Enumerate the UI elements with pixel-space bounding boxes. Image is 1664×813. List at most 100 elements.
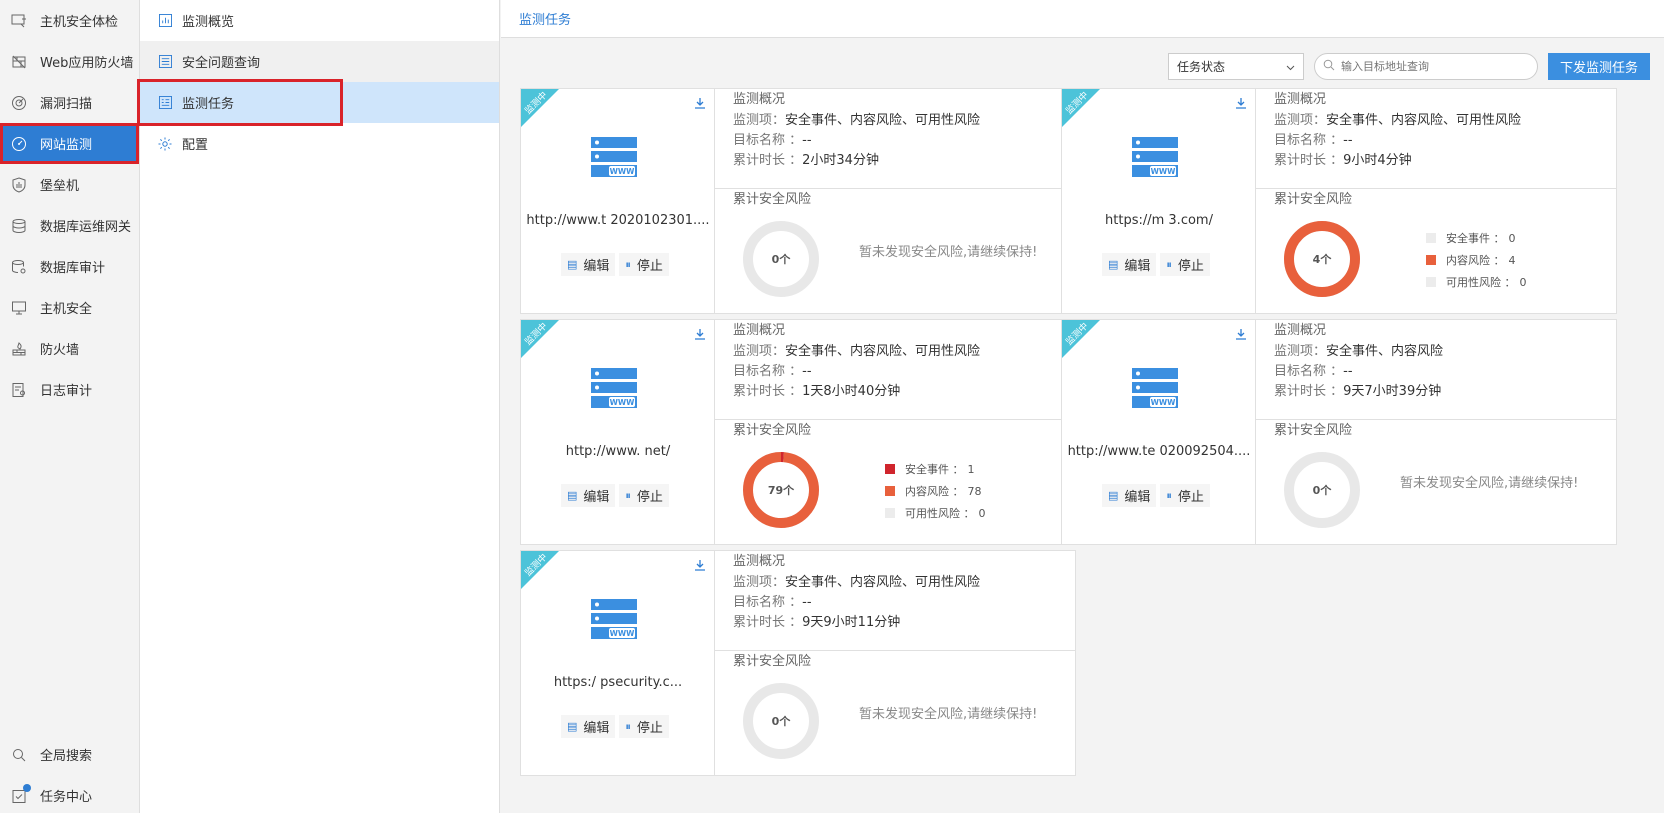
edit-label: 编辑 (583, 721, 610, 736)
waf-icon (10, 53, 28, 71)
download-icon[interactable] (694, 328, 706, 344)
edit-button[interactable]: ▤ 编辑 (561, 715, 616, 738)
legend-item-content: 内容风险 ： 78 (885, 480, 986, 502)
overview-title: 监测概况 (733, 323, 786, 338)
subnav-item-tasks[interactable]: 监测任务 (137, 79, 499, 126)
duration: 累计时长 ：9小时4分钟 (1274, 153, 1412, 168)
edit-button[interactable]: ▤ 编辑 (561, 484, 616, 507)
stop-label: 停止 (636, 259, 663, 274)
nav-item-firewall[interactable]: 防火墙 (0, 328, 139, 369)
card-actions: ▤ 编辑 ⏸ 停止 (561, 715, 669, 738)
card-info-panel: 监测概况 监测项：安全事件、内容风险 目标名称 ：-- 累计时长 ：9天7小时3… (1256, 320, 1616, 544)
edit-label: 编辑 (1124, 490, 1151, 505)
settings-icon (158, 137, 172, 151)
monitor-items: 监测项：安全事件、内容风险、可用性风险 (733, 113, 981, 128)
no-risk-message: 暂未发现安全风险,请继续保持! (859, 707, 1038, 722)
nav-item-db-gateway[interactable]: 数据库运维网关 (0, 205, 139, 246)
chart-icon (158, 14, 172, 28)
risk-legend: 安全事件 ： 1 内容风险 ： 78 可用性风险 ： 0 (885, 458, 986, 524)
edit-label: 编辑 (583, 490, 610, 505)
stop-button[interactable]: ⏸ 停止 (1160, 253, 1210, 276)
stop-button[interactable]: ⏸ 停止 (619, 484, 669, 507)
task-card: 监测中 WWW http://www.te 020092504.... ▤ 编辑 … (1061, 319, 1617, 545)
edit-label: 编辑 (1124, 259, 1151, 274)
overview-title: 监测概况 (1274, 92, 1327, 107)
download-icon[interactable] (1235, 328, 1247, 344)
nav-item-db-audit[interactable]: 数据库审计 (0, 246, 139, 287)
subnav-item-settings[interactable]: 配置 (140, 123, 499, 164)
db-audit-icon (10, 258, 28, 276)
nav-item-log-audit[interactable]: 日志审计 (0, 369, 139, 410)
legend-value: 78 (967, 484, 982, 498)
nav-item-vuln-scan[interactable]: 漏洞扫描 (0, 82, 139, 123)
nav-label: 漏洞扫描 (40, 97, 93, 112)
legend-value: 0 (978, 506, 986, 520)
overview-section: 监测概况 监测项：安全事件、内容风险、可用性风险 目标名称 ：-- 累计时长 ：… (715, 89, 1075, 189)
stop-button[interactable]: ⏸ 停止 (619, 715, 669, 738)
firewall-icon (10, 340, 28, 358)
svg-text:WWW: WWW (610, 629, 636, 638)
subnav-item-issues[interactable]: 安全问题查询 (140, 41, 499, 82)
nav-label: 防火墙 (40, 343, 80, 358)
main-content: 监测任务 任务状态 下发监测任务 监测中 WWW http://www.t 20… (501, 0, 1664, 813)
legend-swatch (1426, 255, 1436, 265)
subnav-item-overview[interactable]: 监测概览 (140, 0, 499, 41)
legend-label: 安全事件 ： (905, 463, 964, 476)
monitor-items: 监测项：安全事件、内容风险、可用性风险 (1274, 113, 1522, 128)
nav-item-bastion[interactable]: 堡垒机 (0, 164, 139, 205)
card-target-panel: 监测中 WWW http://www. net/ ▤ 编辑 ⏸ 停止 (521, 320, 715, 544)
nav-label: 网站监测 (40, 138, 93, 153)
card-target-panel: 监测中 WWW http://www.t 2020102301.... ▤ 编辑 … (521, 89, 715, 313)
log-audit-icon (10, 381, 28, 399)
target-search-input[interactable] (1340, 60, 1529, 73)
overview-section: 监测概况 监测项：安全事件、内容风险、可用性风险 目标名称 ：-- 累计时长 ：… (715, 551, 1075, 651)
subnav-label: 安全问题查询 (182, 56, 261, 71)
download-icon[interactable] (1235, 97, 1247, 113)
task-card: 监测中 WWW http://www. net/ ▤ 编辑 ⏸ 停止 监测概况 监测… (520, 319, 1076, 545)
download-icon[interactable] (694, 97, 706, 113)
nav-label: Web应用防火墙 (40, 56, 134, 71)
target-url: http://www.te 020092504.... (1067, 444, 1251, 459)
task-status-select[interactable]: 任务状态 (1167, 53, 1304, 80)
overview-title: 监测概况 (733, 554, 786, 569)
card-actions: ▤ 编辑 ⏸ 停止 (561, 253, 669, 276)
risk-total: 0个 (771, 253, 791, 266)
pause-icon: ⏸ (1166, 257, 1172, 271)
risk-title: 累计安全风险 (733, 192, 812, 207)
notification-dot (23, 783, 31, 792)
stop-button[interactable]: ⏸ 停止 (1160, 484, 1210, 507)
nav-item-waf[interactable]: Web应用防火墙 (0, 41, 139, 82)
db-gateway-icon (10, 217, 28, 235)
risk-legend: 安全事件 ： 0 内容风险 ： 4 可用性风险 ： 0 (1426, 227, 1527, 293)
breadcrumb-current[interactable]: 监测任务 (519, 9, 571, 28)
edit-button[interactable]: ▤ 编辑 (1102, 253, 1157, 276)
nav-item-task-center[interactable]: 任务中心 (0, 775, 140, 813)
card-target-panel: 监测中 WWW http://www.te 020092504.... ▤ 编辑 … (1062, 320, 1256, 544)
download-icon[interactable] (694, 559, 706, 575)
risk-total: 0个 (771, 715, 791, 728)
edit-icon: ▤ (567, 720, 578, 733)
stop-button[interactable]: ⏸ 停止 (619, 253, 669, 276)
nav-label: 主机安全体检 (40, 15, 119, 30)
risk-title: 累计安全风险 (733, 423, 812, 438)
edit-label: 编辑 (583, 259, 610, 274)
edit-button[interactable]: ▤ 编辑 (1102, 484, 1157, 507)
select-value: 任务状态 (1176, 60, 1225, 74)
bastion-icon (10, 176, 28, 194)
card-info-panel: 监测概况 监测项：安全事件、内容风险、可用性风险 目标名称 ：-- 累计时长 ：… (715, 89, 1075, 313)
target-name: 目标名称 ：-- (733, 133, 812, 148)
nav-item-host-check[interactable]: 主机安全体检 (0, 0, 139, 41)
target-name: 目标名称 ：-- (733, 595, 812, 610)
issue-task-button[interactable]: 下发监测任务 (1547, 53, 1650, 80)
risk-title: 累计安全风险 (1274, 423, 1353, 438)
server-www-icon: WWW (1132, 137, 1178, 177)
edit-icon: ▤ (567, 489, 578, 502)
nav-item-global-search[interactable]: 全局搜索 (0, 734, 140, 775)
stop-label: 停止 (636, 490, 663, 505)
edit-icon: ▤ (1108, 489, 1119, 502)
search-icon (10, 746, 28, 764)
edit-button[interactable]: ▤ 编辑 (561, 253, 616, 276)
nav-item-site-monitor[interactable]: 网站监测 (0, 123, 139, 164)
nav-item-host-security[interactable]: 主机安全 (0, 287, 139, 328)
subnav-label: 监测概览 (182, 15, 235, 30)
